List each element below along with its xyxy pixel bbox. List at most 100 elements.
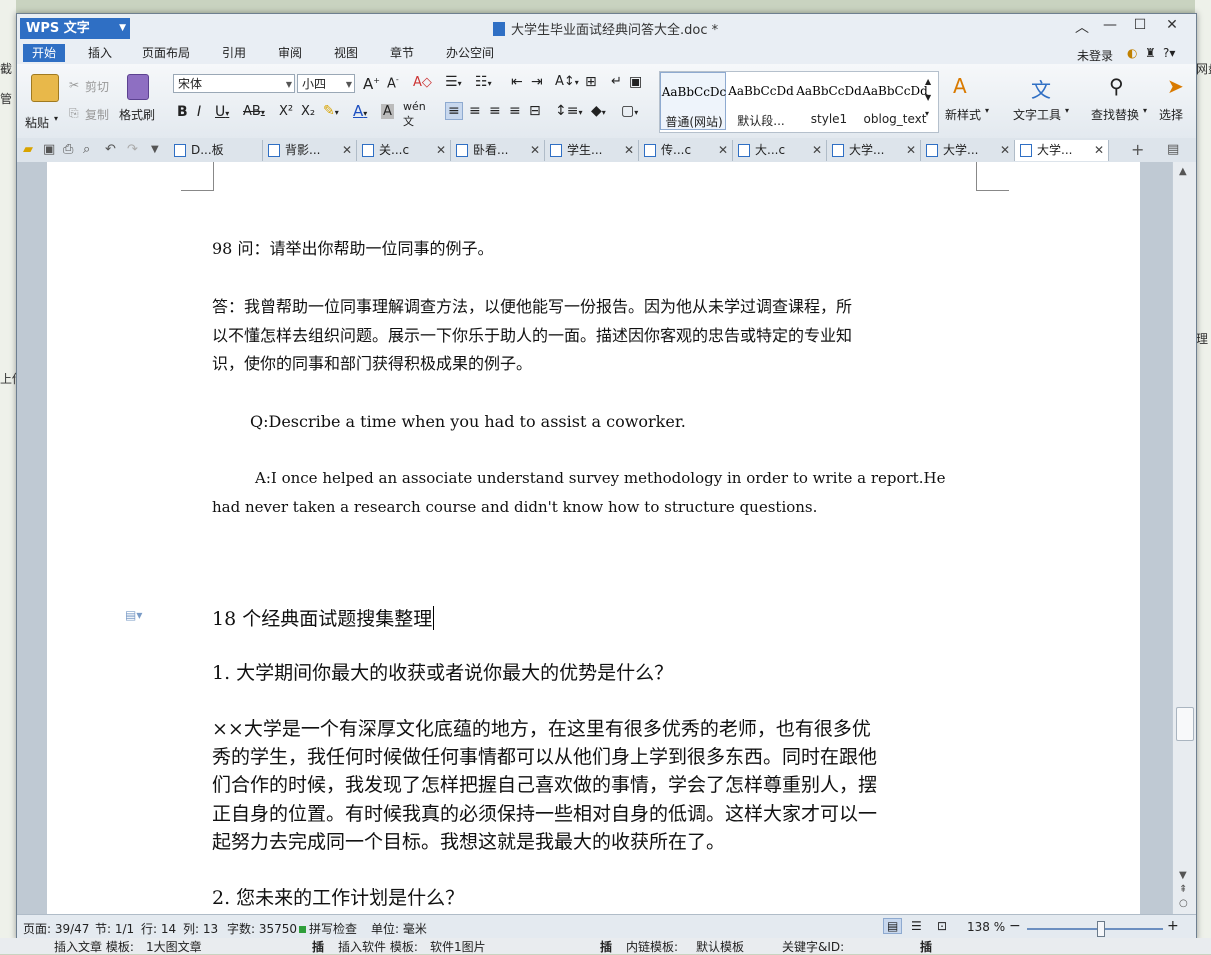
page-view-icon[interactable]: ▤: [883, 918, 903, 934]
doc-tab[interactable]: 卧看... ✕: [451, 140, 545, 161]
binoculars-icon[interactable]: ⚲: [1109, 74, 1124, 98]
subscript-button[interactable]: X₂: [301, 104, 315, 119]
web-view-icon[interactable]: ⊡: [937, 919, 947, 933]
text-tools-dropdown-icon[interactable]: ▾: [1065, 106, 1069, 115]
shading-icon[interactable]: ◆▾: [591, 103, 606, 119]
status-page[interactable]: 页面: 39/47: [23, 920, 89, 937]
prev-page-icon[interactable]: ⇞: [1179, 884, 1187, 895]
spell-check-indicator[interactable]: 拼写检查: [299, 920, 357, 937]
underline-button[interactable]: U▾: [215, 104, 229, 120]
new-style-icon[interactable]: A: [953, 74, 967, 98]
strikethrough-button[interactable]: AB▾: [243, 104, 265, 119]
show-layout-icon[interactable]: ▣: [629, 74, 642, 90]
style-item[interactable]: AaBbCcDc 普通(网站): [660, 72, 726, 130]
find-replace-dropdown-icon[interactable]: ▾: [1143, 106, 1147, 115]
close-tab-icon[interactable]: ✕: [530, 140, 540, 161]
shirt-icon[interactable]: ♜: [1145, 46, 1156, 60]
save-icon[interactable]: ▣: [43, 142, 55, 157]
text-tools-button[interactable]: 文字工具: [1013, 106, 1061, 123]
new-style-button[interactable]: 新样式: [945, 106, 981, 123]
style-item[interactable]: AaBbCcDd 默认段...: [728, 72, 794, 130]
cut-button[interactable]: 剪切: [85, 78, 109, 95]
scroll-down-icon[interactable]: ▼: [1179, 870, 1187, 881]
doc-tab[interactable]: 大...c ✕: [733, 140, 827, 161]
doc-tab[interactable]: 大学... ✕: [921, 140, 1015, 161]
zoom-slider-track[interactable]: [1027, 928, 1163, 930]
numbered-list-icon[interactable]: ☷▾: [475, 74, 492, 90]
font-color-icon[interactable]: A▾: [353, 102, 367, 120]
new-tab-icon[interactable]: +: [1131, 140, 1144, 159]
redo-icon[interactable]: ↷: [127, 142, 138, 157]
menu-view[interactable]: 视图: [325, 44, 367, 62]
bold-button[interactable]: B: [177, 104, 188, 120]
open-folder-icon[interactable]: ▰: [23, 142, 33, 157]
new-style-dropdown-icon[interactable]: ▾: [985, 106, 989, 115]
italic-button[interactable]: I: [197, 104, 201, 120]
copy-button[interactable]: 复制: [85, 106, 109, 123]
table-grid-icon[interactable]: ⊞: [585, 74, 597, 90]
paste-button[interactable]: 粘贴: [25, 114, 49, 131]
undo-icon[interactable]: ↶: [105, 142, 116, 157]
doc-tab[interactable]: 关...c ✕: [357, 140, 451, 161]
skin-icon[interactable]: ◐: [1127, 46, 1137, 60]
doc-tab[interactable]: D...板: [169, 140, 263, 161]
char-shading-icon[interactable]: A: [381, 104, 394, 119]
close-tab-icon[interactable]: ✕: [1094, 140, 1104, 161]
highlight-icon[interactable]: ✎▾: [323, 103, 339, 119]
text-tools-icon[interactable]: 文: [1031, 74, 1051, 103]
doc-tab[interactable]: 大学... ✕: [827, 140, 921, 161]
menu-insert[interactable]: 插入: [79, 44, 121, 62]
menu-home[interactable]: 开始: [23, 44, 66, 62]
grow-font-icon[interactable]: A+: [363, 75, 380, 93]
document-page[interactable]: 98 问：请举出你帮助一位同事的例子。 答：我曾帮助一位同事理解调查方法，以便他…: [47, 162, 1140, 914]
close-tab-icon[interactable]: ✕: [812, 140, 822, 161]
print-preview-icon[interactable]: ⌕: [83, 142, 90, 157]
close-button[interactable]: ✕: [1159, 17, 1185, 33]
paragraph-marker-icon[interactable]: ▤▾: [125, 608, 142, 622]
paragraph-mark-icon[interactable]: ↵: [611, 74, 622, 89]
login-status[interactable]: 未登录: [1077, 47, 1113, 64]
font-size-select[interactable]: 小四 ▼: [297, 74, 355, 93]
close-tab-icon[interactable]: ✕: [624, 140, 634, 161]
outline-view-icon[interactable]: ☰: [911, 919, 922, 933]
decrease-indent-icon[interactable]: ⇤: [511, 74, 523, 90]
menu-review[interactable]: 审阅: [269, 44, 311, 62]
doc-tab[interactable]: 背影... ✕: [263, 140, 357, 161]
paste-icon[interactable]: [31, 74, 59, 102]
align-right-button[interactable]: ≡: [489, 103, 501, 119]
shrink-font-icon[interactable]: A-: [387, 75, 399, 91]
vertical-scrollbar[interactable]: ▲ ▼ ⇞ ○: [1172, 162, 1196, 914]
format-painter-icon[interactable]: [127, 74, 149, 100]
tab-list-icon[interactable]: ▤: [1167, 142, 1179, 157]
doc-tab-active[interactable]: 大学... ✕: [1015, 140, 1109, 161]
gallery-scroll-icon[interactable]: ▲ ▼ ▾: [925, 74, 931, 122]
print-icon[interactable]: ⎙: [63, 142, 73, 157]
align-center-button[interactable]: ≡: [469, 103, 481, 119]
align-left-button[interactable]: ≡: [445, 102, 463, 120]
phonetic-guide-icon[interactable]: wén 文: [403, 100, 426, 129]
doc-tab[interactable]: 学生... ✕: [545, 140, 639, 161]
close-tab-icon[interactable]: ✕: [342, 140, 352, 161]
superscript-button[interactable]: X²: [279, 104, 293, 119]
close-tab-icon[interactable]: ✕: [1000, 140, 1010, 161]
format-painter-button[interactable]: 格式刷: [119, 106, 155, 123]
customize-qat-icon[interactable]: ▼: [151, 144, 159, 155]
zoom-in-icon[interactable]: +: [1167, 918, 1179, 934]
help-icon[interactable]: ?▾: [1163, 46, 1175, 60]
select-browse-icon[interactable]: ○: [1179, 898, 1188, 909]
close-tab-icon[interactable]: ✕: [436, 140, 446, 161]
select-button[interactable]: 选择: [1159, 106, 1183, 123]
border-icon[interactable]: ▢▾: [621, 103, 638, 119]
bullet-list-icon[interactable]: ☰▾: [445, 74, 462, 90]
collapse-ribbon-icon[interactable]: ︿: [1069, 17, 1095, 37]
zoom-level[interactable]: 138 %: [967, 920, 1005, 934]
distributed-align-button[interactable]: ⊟: [529, 103, 541, 119]
style-item[interactable]: AaBbCcDd oblog_text: [862, 72, 928, 130]
line-spacing-icon[interactable]: ↕≡▾: [555, 103, 582, 119]
increase-indent-icon[interactable]: ⇥: [531, 74, 543, 90]
paste-dropdown-icon[interactable]: ▾: [54, 114, 58, 123]
status-unit[interactable]: 单位: 毫米: [371, 920, 427, 937]
clear-format-icon[interactable]: A◇: [413, 75, 432, 90]
cursor-select-icon[interactable]: ➤: [1167, 74, 1184, 98]
style-item[interactable]: AaBbCcDd style1: [796, 72, 862, 130]
